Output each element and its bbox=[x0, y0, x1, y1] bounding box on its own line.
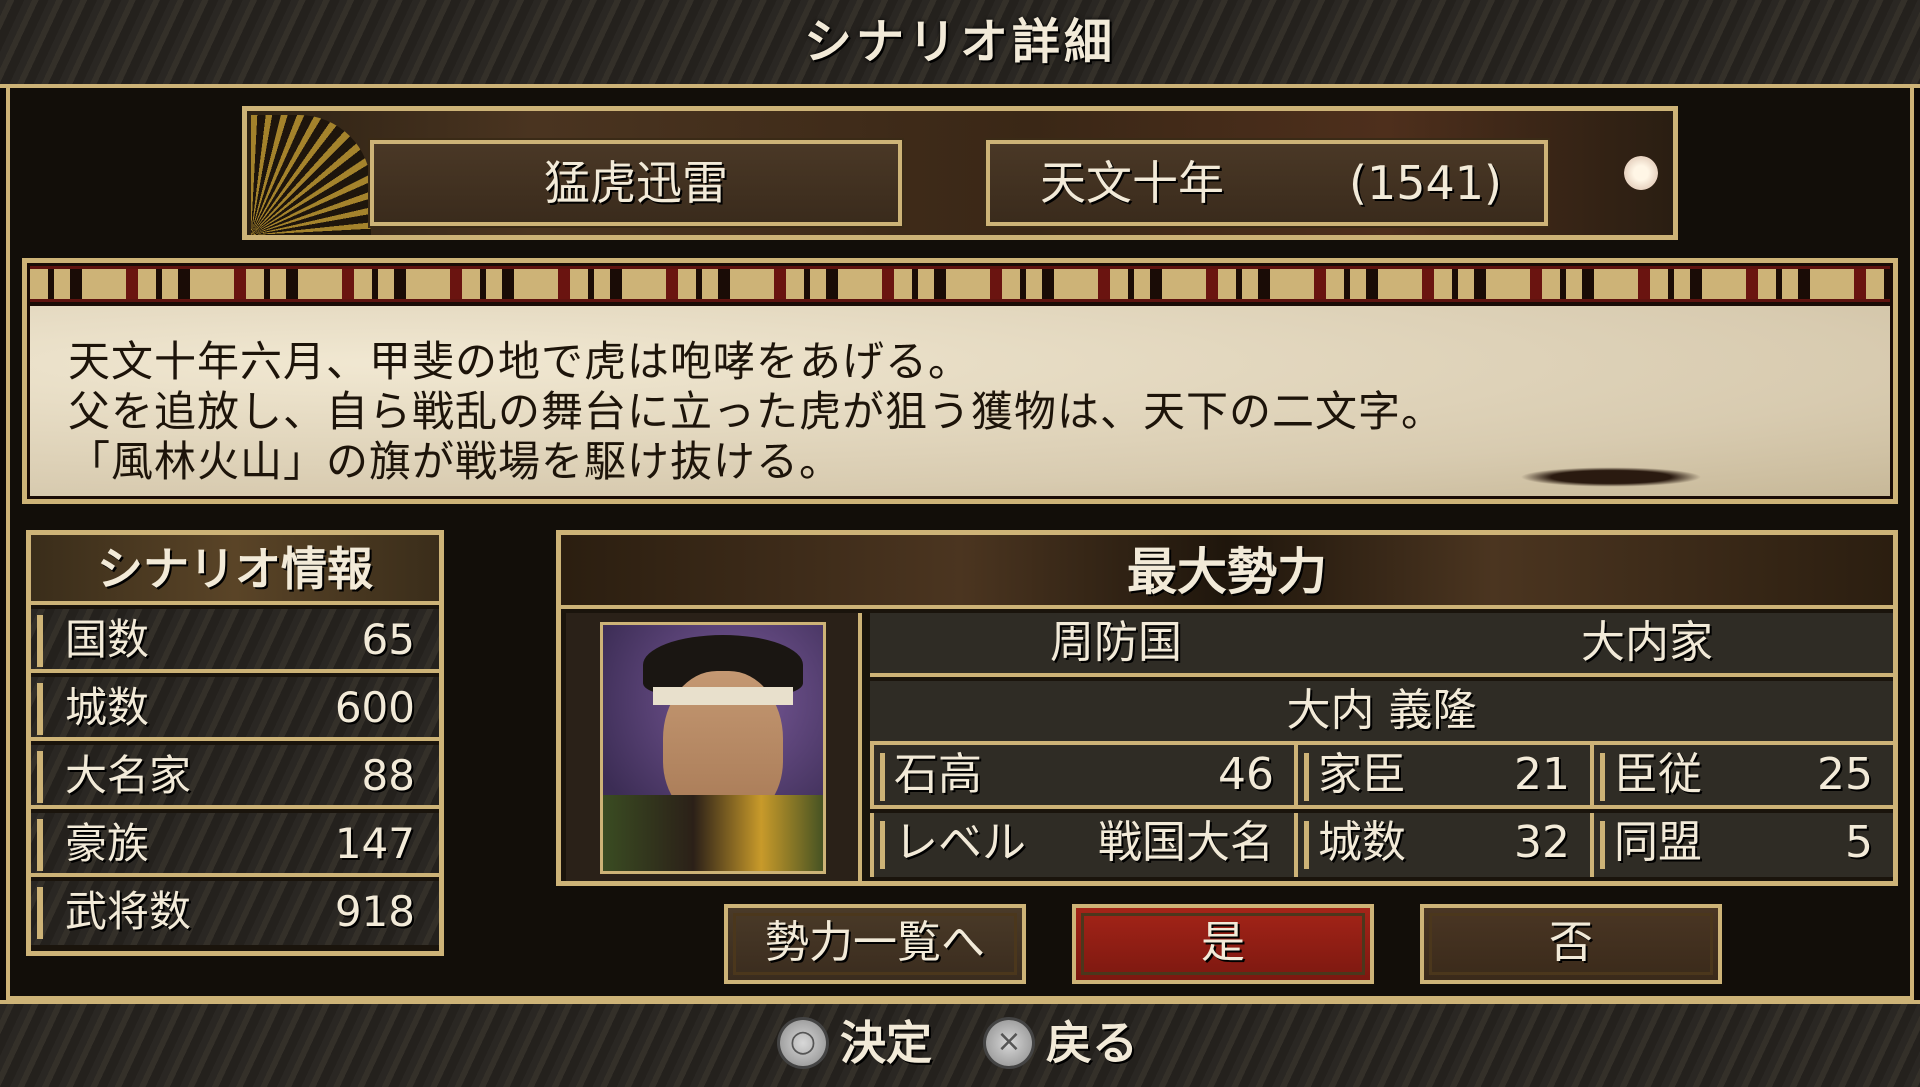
scenario-era-date: 天文十年 bbox=[1040, 156, 1224, 210]
info-value: 65 bbox=[361, 615, 415, 664]
scenario-date: 天文十年 (1541) bbox=[984, 138, 1550, 228]
forces-list-button[interactable]: 勢力一覧へ bbox=[724, 904, 1026, 984]
no-button[interactable]: 否 bbox=[1420, 904, 1722, 984]
description-ornament-band bbox=[30, 266, 1890, 302]
clan-name: 大内家 bbox=[1581, 617, 1713, 668]
confirm-hint: 決定 bbox=[840, 1016, 932, 1070]
stat-value: 戦国大名 bbox=[1098, 817, 1274, 868]
stat-retainers: 臣従 25 bbox=[1590, 745, 1893, 809]
cross-button-icon: × bbox=[986, 1020, 1032, 1066]
stat-castles: 城数 32 bbox=[1294, 813, 1590, 877]
stat-vassals: 家臣 21 bbox=[1294, 745, 1590, 809]
scenario-year: (1541) bbox=[1349, 156, 1502, 210]
info-label: 大名家 bbox=[65, 751, 192, 800]
stat-koku: 石高 46 bbox=[870, 745, 1294, 809]
description-line: 「風林火山」の旗が戦場を駆け抜ける。 bbox=[68, 437, 843, 486]
info-row-castles: 城数 600 bbox=[31, 677, 439, 741]
fan-decoration-icon bbox=[251, 115, 371, 235]
stat-label: 家臣 bbox=[1318, 749, 1406, 800]
stat-value: 46 bbox=[1218, 749, 1274, 800]
stat-value: 5 bbox=[1845, 817, 1873, 868]
info-label: 城数 bbox=[65, 683, 150, 732]
circle-button-icon: ○ bbox=[780, 1020, 826, 1066]
info-value: 147 bbox=[334, 819, 415, 868]
info-label: 武将数 bbox=[65, 887, 192, 936]
footer-bar bbox=[0, 1000, 1920, 1087]
province-name: 周防国 bbox=[1050, 617, 1182, 668]
daimyo-portrait bbox=[600, 622, 826, 874]
strongest-force-header: 最大勢力 bbox=[561, 535, 1893, 609]
stat-value: 21 bbox=[1514, 749, 1570, 800]
stat-label: 石高 bbox=[894, 749, 982, 800]
screen-title: シナリオ詳細 bbox=[803, 14, 1116, 70]
blossom-icon bbox=[1624, 156, 1658, 190]
stat-label: 城数 bbox=[1318, 817, 1406, 868]
daimyo-name: 大内 義隆 bbox=[870, 681, 1893, 745]
info-value: 600 bbox=[334, 683, 415, 732]
info-row-daimyo-clans: 大名家 88 bbox=[31, 745, 439, 809]
stat-value: 25 bbox=[1817, 749, 1873, 800]
stat-value: 32 bbox=[1514, 817, 1570, 868]
scenario-name: 猛虎迅雷 bbox=[368, 138, 904, 228]
stat-label: 臣従 bbox=[1614, 749, 1702, 800]
info-row-officers: 武将数 918 bbox=[31, 881, 439, 945]
info-value: 88 bbox=[361, 751, 415, 800]
info-row-local-clans: 豪族 147 bbox=[31, 813, 439, 877]
info-row-provinces: 国数 65 bbox=[31, 609, 439, 673]
info-value: 918 bbox=[334, 887, 415, 936]
scenario-info-header: シナリオ情報 bbox=[31, 535, 439, 605]
yes-button[interactable]: 是 bbox=[1072, 904, 1374, 984]
stat-label: 同盟 bbox=[1614, 817, 1702, 868]
stat-allies: 同盟 5 bbox=[1590, 813, 1893, 877]
stat-level: レベル 戦国大名 bbox=[870, 813, 1294, 877]
back-hint: 戻る bbox=[1046, 1016, 1138, 1070]
province-clan-row: 周防国 大内家 bbox=[870, 613, 1893, 677]
info-label: 豪族 bbox=[65, 819, 150, 868]
stat-label: レベル bbox=[894, 817, 1026, 868]
info-label: 国数 bbox=[65, 615, 150, 664]
